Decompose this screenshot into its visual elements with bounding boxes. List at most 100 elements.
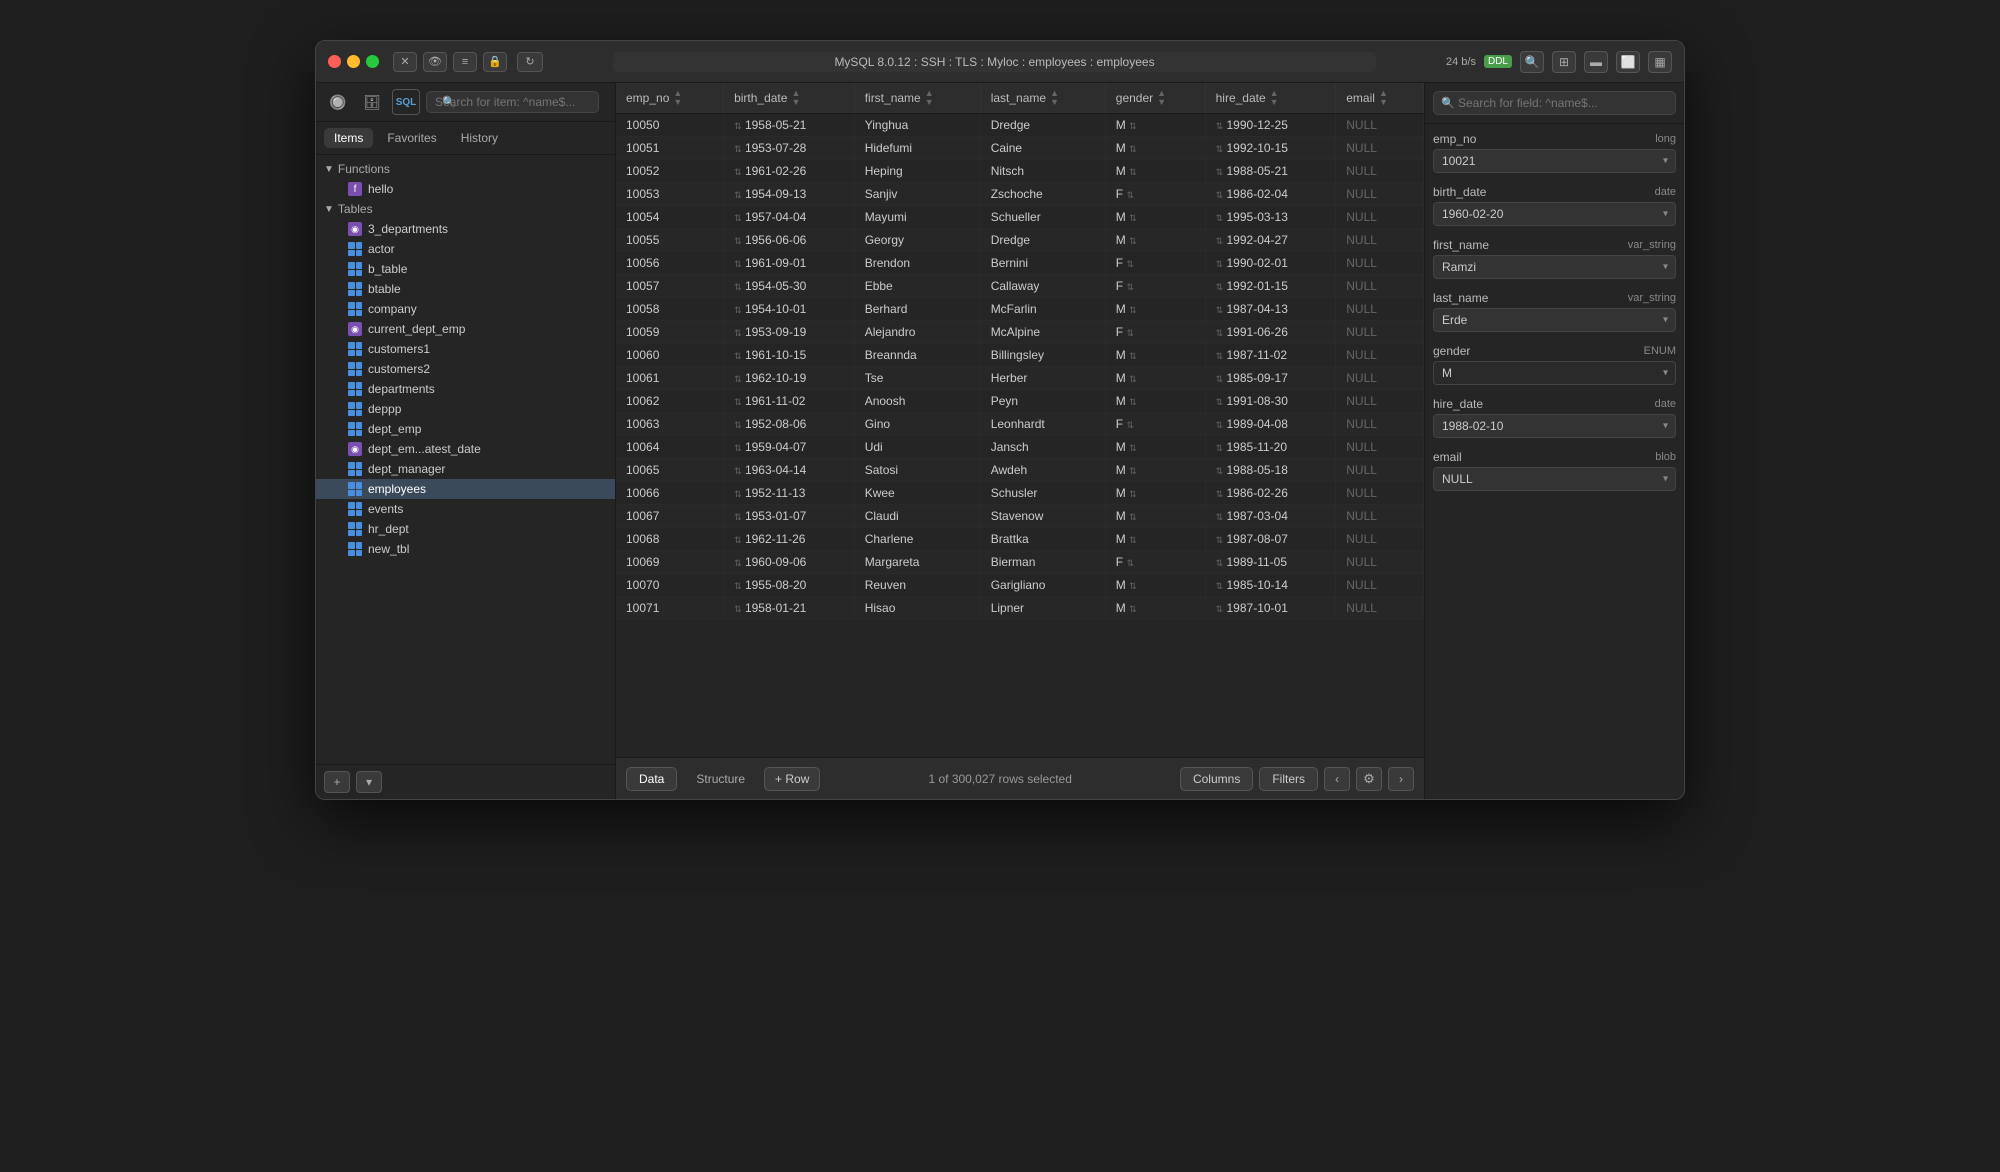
close-btn[interactable]: ✕ — [393, 52, 417, 72]
col-header-gender[interactable]: gender ▲▼ — [1105, 83, 1205, 114]
cell-emp_no[interactable]: 10063 — [616, 413, 724, 436]
cell-emp_no[interactable]: 10062 — [616, 390, 724, 413]
cell-emp_no[interactable]: 10051 — [616, 137, 724, 160]
cell-email[interactable]: NULL — [1336, 413, 1424, 436]
col-header-first-name[interactable]: first_name ▲▼ — [854, 83, 980, 114]
cell-hire_date[interactable]: ⇅ 1989-11-05 — [1205, 551, 1336, 574]
cell-gender[interactable]: M ⇅ — [1105, 206, 1205, 229]
table-row[interactable]: 10059⇅ 1953-09-19AlejandroMcAlpineF ⇅⇅ 1… — [616, 321, 1424, 344]
table-row[interactable]: 10068⇅ 1962-11-26CharleneBrattkaM ⇅⇅ 198… — [616, 528, 1424, 551]
cell-hire_date[interactable]: ⇅ 1986-02-26 — [1205, 482, 1336, 505]
cell-first_name[interactable]: Heping — [854, 160, 980, 183]
cell-last_name[interactable]: Schusler — [980, 482, 1105, 505]
cell-emp_no[interactable]: 10055 — [616, 229, 724, 252]
cell-emp_no[interactable]: 10057 — [616, 275, 724, 298]
cell-hire_date[interactable]: ⇅ 1988-05-18 — [1205, 459, 1336, 482]
cell-birth_date[interactable]: ⇅ 1960-09-06 — [724, 551, 855, 574]
cell-birth_date[interactable]: ⇅ 1953-01-07 — [724, 505, 855, 528]
cell-gender[interactable]: F ⇅ — [1105, 183, 1205, 206]
cell-first_name[interactable]: Hisao — [854, 597, 980, 620]
cell-last_name[interactable]: Caine — [980, 137, 1105, 160]
cell-email[interactable]: NULL — [1336, 183, 1424, 206]
cell-last_name[interactable]: Stavenow — [980, 505, 1105, 528]
cell-birth_date[interactable]: ⇅ 1953-07-28 — [724, 137, 855, 160]
cell-email[interactable]: NULL — [1336, 229, 1424, 252]
table-row[interactable]: 10056⇅ 1961-09-01BrendonBerniniF ⇅⇅ 1990… — [616, 252, 1424, 275]
table-row[interactable]: 10062⇅ 1961-11-02AnooshPeynM ⇅⇅ 1991-08-… — [616, 390, 1424, 413]
cell-hire_date[interactable]: ⇅ 1987-03-04 — [1205, 505, 1336, 528]
cell-email[interactable]: NULL — [1336, 367, 1424, 390]
cell-hire_date[interactable]: ⇅ 1985-10-14 — [1205, 574, 1336, 597]
cell-first_name[interactable]: Claudi — [854, 505, 980, 528]
cell-last_name[interactable]: Dredge — [980, 229, 1105, 252]
cell-last_name[interactable]: Awdeh — [980, 459, 1105, 482]
cell-email[interactable]: NULL — [1336, 390, 1424, 413]
cell-first_name[interactable]: Berhard — [854, 298, 980, 321]
table-row[interactable]: 10065⇅ 1963-04-14SatosiAwdehM ⇅⇅ 1988-05… — [616, 459, 1424, 482]
col-header-hire-date[interactable]: hire_date ▲▼ — [1205, 83, 1336, 114]
cell-last_name[interactable]: Zschoche — [980, 183, 1105, 206]
cell-last_name[interactable]: Bernini — [980, 252, 1105, 275]
cell-first_name[interactable]: Margareta — [854, 551, 980, 574]
field-select-first_name[interactable]: Ramzi — [1433, 255, 1676, 279]
cell-first_name[interactable]: Georgy — [854, 229, 980, 252]
cell-gender[interactable]: F ⇅ — [1105, 252, 1205, 275]
sidebar-sql-icon[interactable]: SQL — [392, 89, 420, 115]
cell-email[interactable]: NULL — [1336, 275, 1424, 298]
sort-emp-no[interactable]: ▲▼ — [673, 89, 682, 107]
window-icon-btn[interactable]: ⬜ — [1616, 51, 1640, 73]
cell-birth_date[interactable]: ⇅ 1956-06-06 — [724, 229, 855, 252]
cell-first_name[interactable]: Hidefumi — [854, 137, 980, 160]
cell-first_name[interactable]: Udi — [854, 436, 980, 459]
cell-gender[interactable]: M ⇅ — [1105, 114, 1205, 137]
sidebar-item-events[interactable]: events — [316, 499, 615, 519]
field-select-last_name[interactable]: Erde — [1433, 308, 1676, 332]
cell-emp_no[interactable]: 10050 — [616, 114, 724, 137]
sidebar-item-customers2[interactable]: customers2 — [316, 359, 615, 379]
cell-gender[interactable]: F ⇅ — [1105, 551, 1205, 574]
cell-gender[interactable]: M ⇅ — [1105, 367, 1205, 390]
cell-email[interactable]: NULL — [1336, 137, 1424, 160]
cell-hire_date[interactable]: ⇅ 1987-04-13 — [1205, 298, 1336, 321]
cell-first_name[interactable]: Yinghua — [854, 114, 980, 137]
cell-emp_no[interactable]: 10067 — [616, 505, 724, 528]
cell-first_name[interactable]: Alejandro — [854, 321, 980, 344]
col-header-email[interactable]: email ▲▼ — [1336, 83, 1424, 114]
cell-emp_no[interactable]: 10070 — [616, 574, 724, 597]
cell-hire_date[interactable]: ⇅ 1986-02-04 — [1205, 183, 1336, 206]
cell-email[interactable]: NULL — [1336, 459, 1424, 482]
close-traffic-light[interactable] — [328, 55, 341, 68]
cell-email[interactable]: NULL — [1336, 114, 1424, 137]
cell-birth_date[interactable]: ⇅ 1957-04-04 — [724, 206, 855, 229]
cell-birth_date[interactable]: ⇅ 1954-05-30 — [724, 275, 855, 298]
table-row[interactable]: 10071⇅ 1958-01-21HisaoLipnerM ⇅⇅ 1987-10… — [616, 597, 1424, 620]
cell-first_name[interactable]: Mayumi — [854, 206, 980, 229]
cell-gender[interactable]: M ⇅ — [1105, 229, 1205, 252]
sort-email[interactable]: ▲▼ — [1379, 89, 1388, 107]
table-row[interactable]: 10050⇅ 1958-05-21YinghuaDredgeM ⇅⇅ 1990-… — [616, 114, 1424, 137]
cell-email[interactable]: NULL — [1336, 528, 1424, 551]
cell-birth_date[interactable]: ⇅ 1961-10-15 — [724, 344, 855, 367]
cell-birth_date[interactable]: ⇅ 1952-08-06 — [724, 413, 855, 436]
dropdown-btn[interactable]: ▾ — [356, 771, 382, 793]
table-row[interactable]: 10053⇅ 1954-09-13SanjivZschocheF ⇅⇅ 1986… — [616, 183, 1424, 206]
refresh-btn[interactable]: ↻ — [517, 52, 543, 72]
cell-first_name[interactable]: Ebbe — [854, 275, 980, 298]
monitor-icon-btn[interactable]: ▬ — [1584, 51, 1608, 73]
cell-birth_date[interactable]: ⇅ 1962-10-19 — [724, 367, 855, 390]
sidebar-tab-favorites[interactable]: Favorites — [377, 128, 446, 148]
sidebar-item-btable[interactable]: btable — [316, 279, 615, 299]
sort-hire-date[interactable]: ▲▼ — [1270, 89, 1279, 107]
sidebar-item-employees[interactable]: employees — [316, 479, 615, 499]
cell-gender[interactable]: F ⇅ — [1105, 275, 1205, 298]
cell-hire_date[interactable]: ⇅ 1992-10-15 — [1205, 137, 1336, 160]
cell-hire_date[interactable]: ⇅ 1992-01-15 — [1205, 275, 1336, 298]
cell-email[interactable]: NULL — [1336, 597, 1424, 620]
sidebar-item-hello[interactable]: f hello — [316, 179, 615, 199]
field-select-emp_no[interactable]: 10021 — [1433, 149, 1676, 173]
cell-last_name[interactable]: Billingsley — [980, 344, 1105, 367]
table-row[interactable]: 10057⇅ 1954-05-30EbbeCallawayF ⇅⇅ 1992-0… — [616, 275, 1424, 298]
sidebar-table-icon[interactable]: 🗄 — [358, 89, 386, 115]
table-row[interactable]: 10055⇅ 1956-06-06GeorgyDredgeM ⇅⇅ 1992-0… — [616, 229, 1424, 252]
cell-gender[interactable]: M ⇅ — [1105, 505, 1205, 528]
